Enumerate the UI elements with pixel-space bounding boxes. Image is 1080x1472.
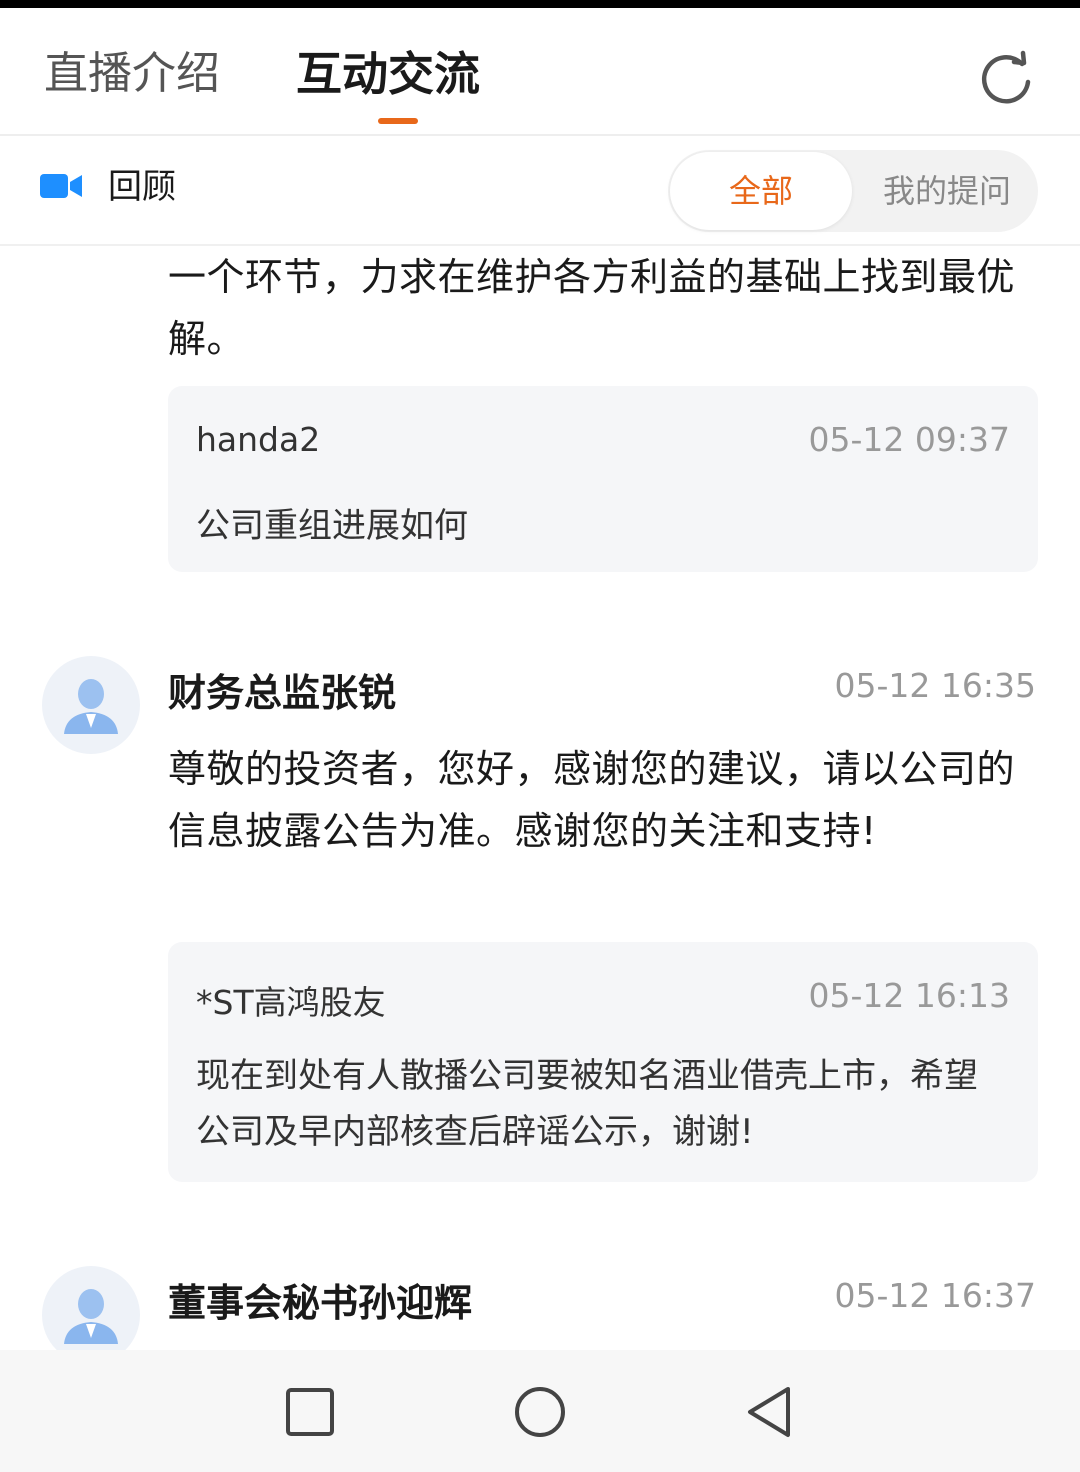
- filter-bar: 回顾 全部 我的提问: [0, 136, 1080, 246]
- user-avatar-icon: [64, 679, 118, 734]
- square-icon[interactable]: [282, 1384, 338, 1440]
- filter-all-button[interactable]: 全部: [670, 152, 852, 230]
- question-username: handa2: [196, 420, 321, 459]
- system-nav-bar: [0, 1350, 1080, 1472]
- question-time: 05-12 09:37: [808, 420, 1010, 459]
- answerer-name: 董事会秘书孙迎辉: [168, 1281, 473, 1325]
- user-avatar-icon: [64, 1289, 118, 1344]
- answer-text: 尊敬的投资者，您好，感谢您的建议，请以公司的信息披露公告为准。感谢您的关注和支持…: [168, 747, 1016, 853]
- circle-icon[interactable]: [512, 1384, 568, 1440]
- answer-text: 一个环节，力求在维护各方利益的基础上找到最优解。: [168, 255, 1016, 361]
- question-text: 公司重组进展如何: [196, 506, 468, 546]
- question-time: 05-12 16:13: [808, 976, 1010, 1015]
- answer-time: 05-12 16:37: [834, 1276, 1036, 1315]
- refresh-icon[interactable]: [976, 50, 1036, 110]
- question-text: 现在到处有人散播公司要被知名酒业借壳上市，希望公司及早内部核查后辟谣公示，谢谢!: [196, 1056, 978, 1152]
- active-tab-indicator: [378, 118, 418, 124]
- qa-feed[interactable]: 一个环节，力求在维护各方利益的基础上找到最优解。 handa2 05-12 09…: [0, 246, 1080, 1350]
- video-camera-icon[interactable]: [40, 170, 84, 202]
- tab-live-intro[interactable]: 直播介绍: [44, 48, 220, 100]
- question-card: *ST高鸿股友 05-12 16:13 现在到处有人散播公司要被知名酒业借壳上市…: [168, 942, 1038, 1182]
- question-filter-toggle: 全部 我的提问: [668, 150, 1038, 232]
- question-username: *ST高鸿股友: [196, 983, 386, 1022]
- review-label[interactable]: 回顾: [108, 166, 176, 208]
- filter-my-questions-button[interactable]: 我的提问: [858, 152, 1036, 230]
- avatar: [42, 656, 140, 754]
- question-card: handa2 05-12 09:37 公司重组进展如何: [168, 386, 1038, 572]
- avatar: [42, 1266, 140, 1350]
- top-tab-bar: 直播介绍 互动交流: [0, 8, 1080, 136]
- answerer-name: 财务总监张锐: [168, 671, 397, 715]
- tab-interaction[interactable]: 互动交流: [296, 48, 480, 100]
- status-bar: [0, 0, 1080, 8]
- triangle-back-icon[interactable]: [742, 1384, 798, 1440]
- answer-time: 05-12 16:35: [834, 666, 1036, 705]
